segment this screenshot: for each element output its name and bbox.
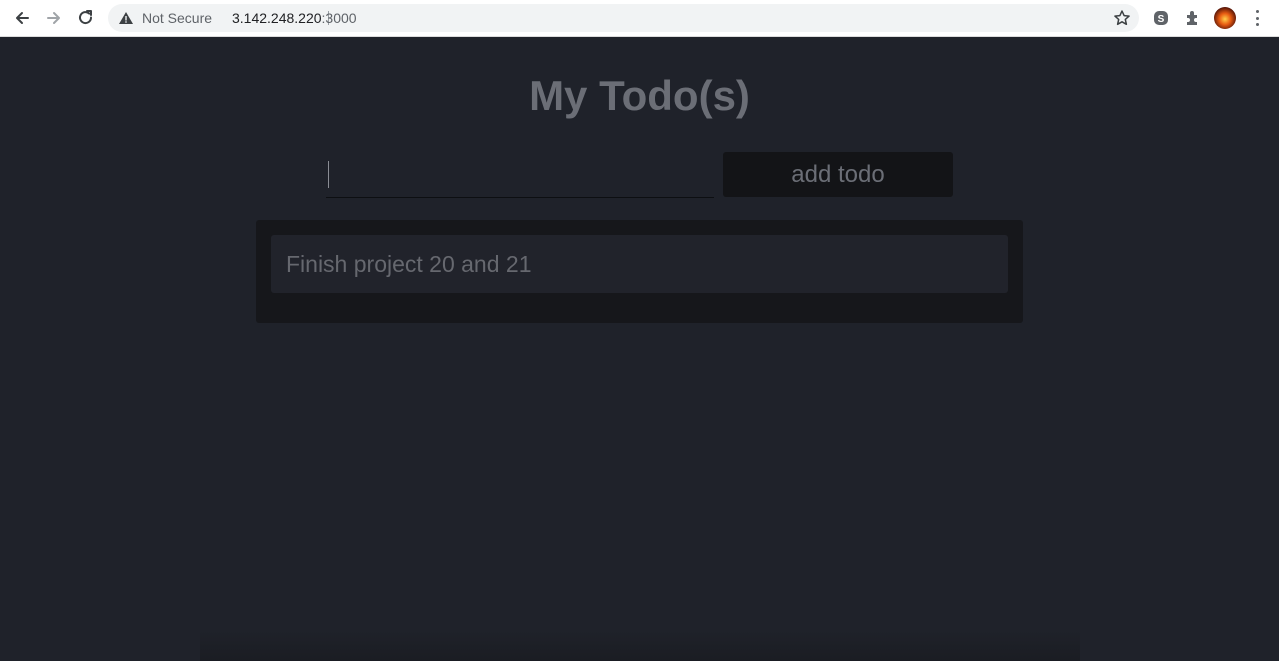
url-host: 3.142.248.220	[232, 10, 322, 26]
forward-arrow-icon	[47, 12, 60, 24]
forward-button[interactable]	[42, 6, 66, 30]
add-todo-button[interactable]: add todo	[723, 152, 953, 197]
extensions-button[interactable]	[1182, 7, 1204, 29]
reload-button[interactable]	[74, 6, 98, 30]
todo-list: Finish project 20 and 21	[256, 220, 1023, 323]
kebab-menu-icon[interactable]	[1250, 8, 1264, 28]
skype-icon: S	[1154, 11, 1168, 25]
security-status[interactable]: Not Secure	[142, 10, 212, 26]
browser-toolbar: Not Secure 3.142.248.220:3000 S	[0, 0, 1279, 37]
svg-text:S: S	[1158, 14, 1165, 25]
back-button[interactable]	[10, 6, 34, 30]
warning-icon[interactable]	[118, 10, 134, 26]
skype-extension-button[interactable]: S	[1150, 7, 1172, 29]
url-port: :3000	[321, 10, 357, 26]
address-bar[interactable]: Not Secure 3.142.248.220:3000	[108, 4, 1139, 32]
todo-input[interactable]	[326, 152, 714, 198]
puzzle-extension-icon	[1187, 11, 1197, 25]
bottom-shadow	[200, 630, 1080, 661]
star-icon[interactable]	[1113, 9, 1131, 27]
reload-icon	[79, 10, 93, 25]
text-caret	[328, 161, 329, 188]
profile-avatar[interactable]	[1214, 7, 1236, 29]
todo-item[interactable]: Finish project 20 and 21	[271, 235, 1008, 293]
url-text[interactable]: 3.142.248.220:3000	[232, 10, 357, 26]
back-arrow-icon	[16, 12, 29, 24]
page-title: My Todo(s)	[529, 72, 750, 119]
